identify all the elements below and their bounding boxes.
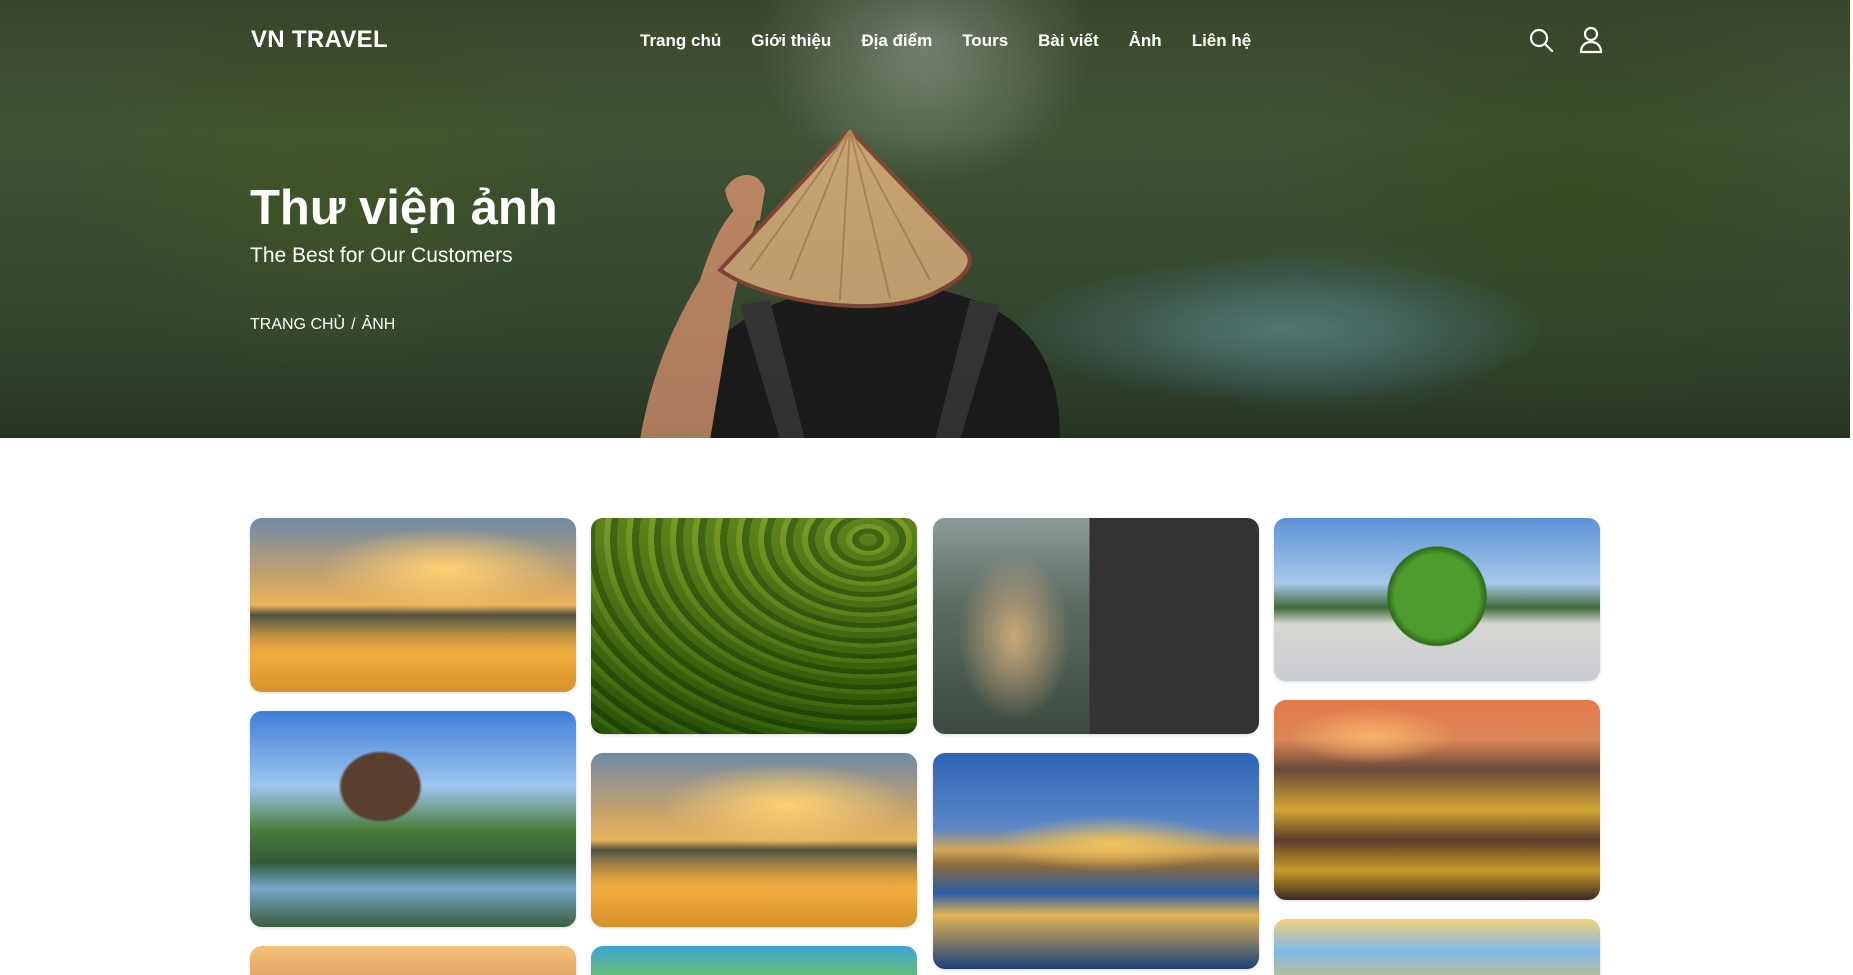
breadcrumb-separator: / xyxy=(351,316,356,333)
nav-actions xyxy=(1528,26,1604,54)
gallery-photo-halong-traveler[interactable] xyxy=(933,518,1259,734)
nav-item-articles[interactable]: Bài viết xyxy=(1038,31,1098,51)
photo-gallery xyxy=(250,518,1600,975)
gallery-photo-one-pillar-pagoda[interactable] xyxy=(250,711,576,927)
user-icon[interactable] xyxy=(1578,26,1604,54)
gallery-photo-sunrise[interactable] xyxy=(250,946,576,975)
gallery-photo-hoi-an-night[interactable] xyxy=(933,753,1259,969)
nav-item-photos[interactable]: Ảnh xyxy=(1129,31,1162,51)
nav-item-about[interactable]: Giới thiệu xyxy=(751,31,831,51)
nav-item-home[interactable]: Trang chủ xyxy=(640,31,721,51)
hero-heading: Thư viện ảnh The Best for Our Customers xyxy=(250,178,558,268)
breadcrumb-current: ẢNH xyxy=(361,316,396,333)
gallery-photo-hoi-an-rooftops[interactable] xyxy=(1274,700,1600,900)
gallery-photo-dalat-flower-dome[interactable] xyxy=(1274,518,1600,681)
search-icon[interactable] xyxy=(1528,26,1554,54)
gallery-photo-hoan-kiem-lake[interactable] xyxy=(591,753,917,927)
gallery-photo-rice-terraces[interactable] xyxy=(591,518,917,734)
nav-item-tours[interactable]: Tours xyxy=(962,31,1008,51)
page-subtitle: The Best for Our Customers xyxy=(250,244,513,267)
page: VN TRAVEL Trang chủ Giới thiệu Địa điểm … xyxy=(0,0,1853,975)
breadcrumb-home[interactable]: TRANG CHỦ xyxy=(250,316,345,334)
breadcrumb: TRANG CHỦ / ẢNH xyxy=(250,316,395,334)
main-menu: Trang chủ Giới thiệu Địa điểm Tours Bài … xyxy=(640,31,1251,51)
top-navbar: VN TRAVEL Trang chủ Giới thiệu Địa điểm … xyxy=(0,0,1850,82)
site-logo[interactable]: VN TRAVEL xyxy=(251,26,388,54)
gallery-photo-green-trees[interactable] xyxy=(591,946,917,975)
nav-item-contact[interactable]: Liên hệ xyxy=(1192,31,1252,51)
nav-item-destinations[interactable]: Địa điểm xyxy=(861,31,932,51)
gallery-photo-hoan-kiem-sunset[interactable] xyxy=(250,518,576,692)
hero-banner: VN TRAVEL Trang chủ Giới thiệu Địa điểm … xyxy=(0,0,1850,438)
gallery-photo-yellow-house[interactable] xyxy=(1274,919,1600,975)
page-title: Thư viện ảnh xyxy=(250,181,558,235)
